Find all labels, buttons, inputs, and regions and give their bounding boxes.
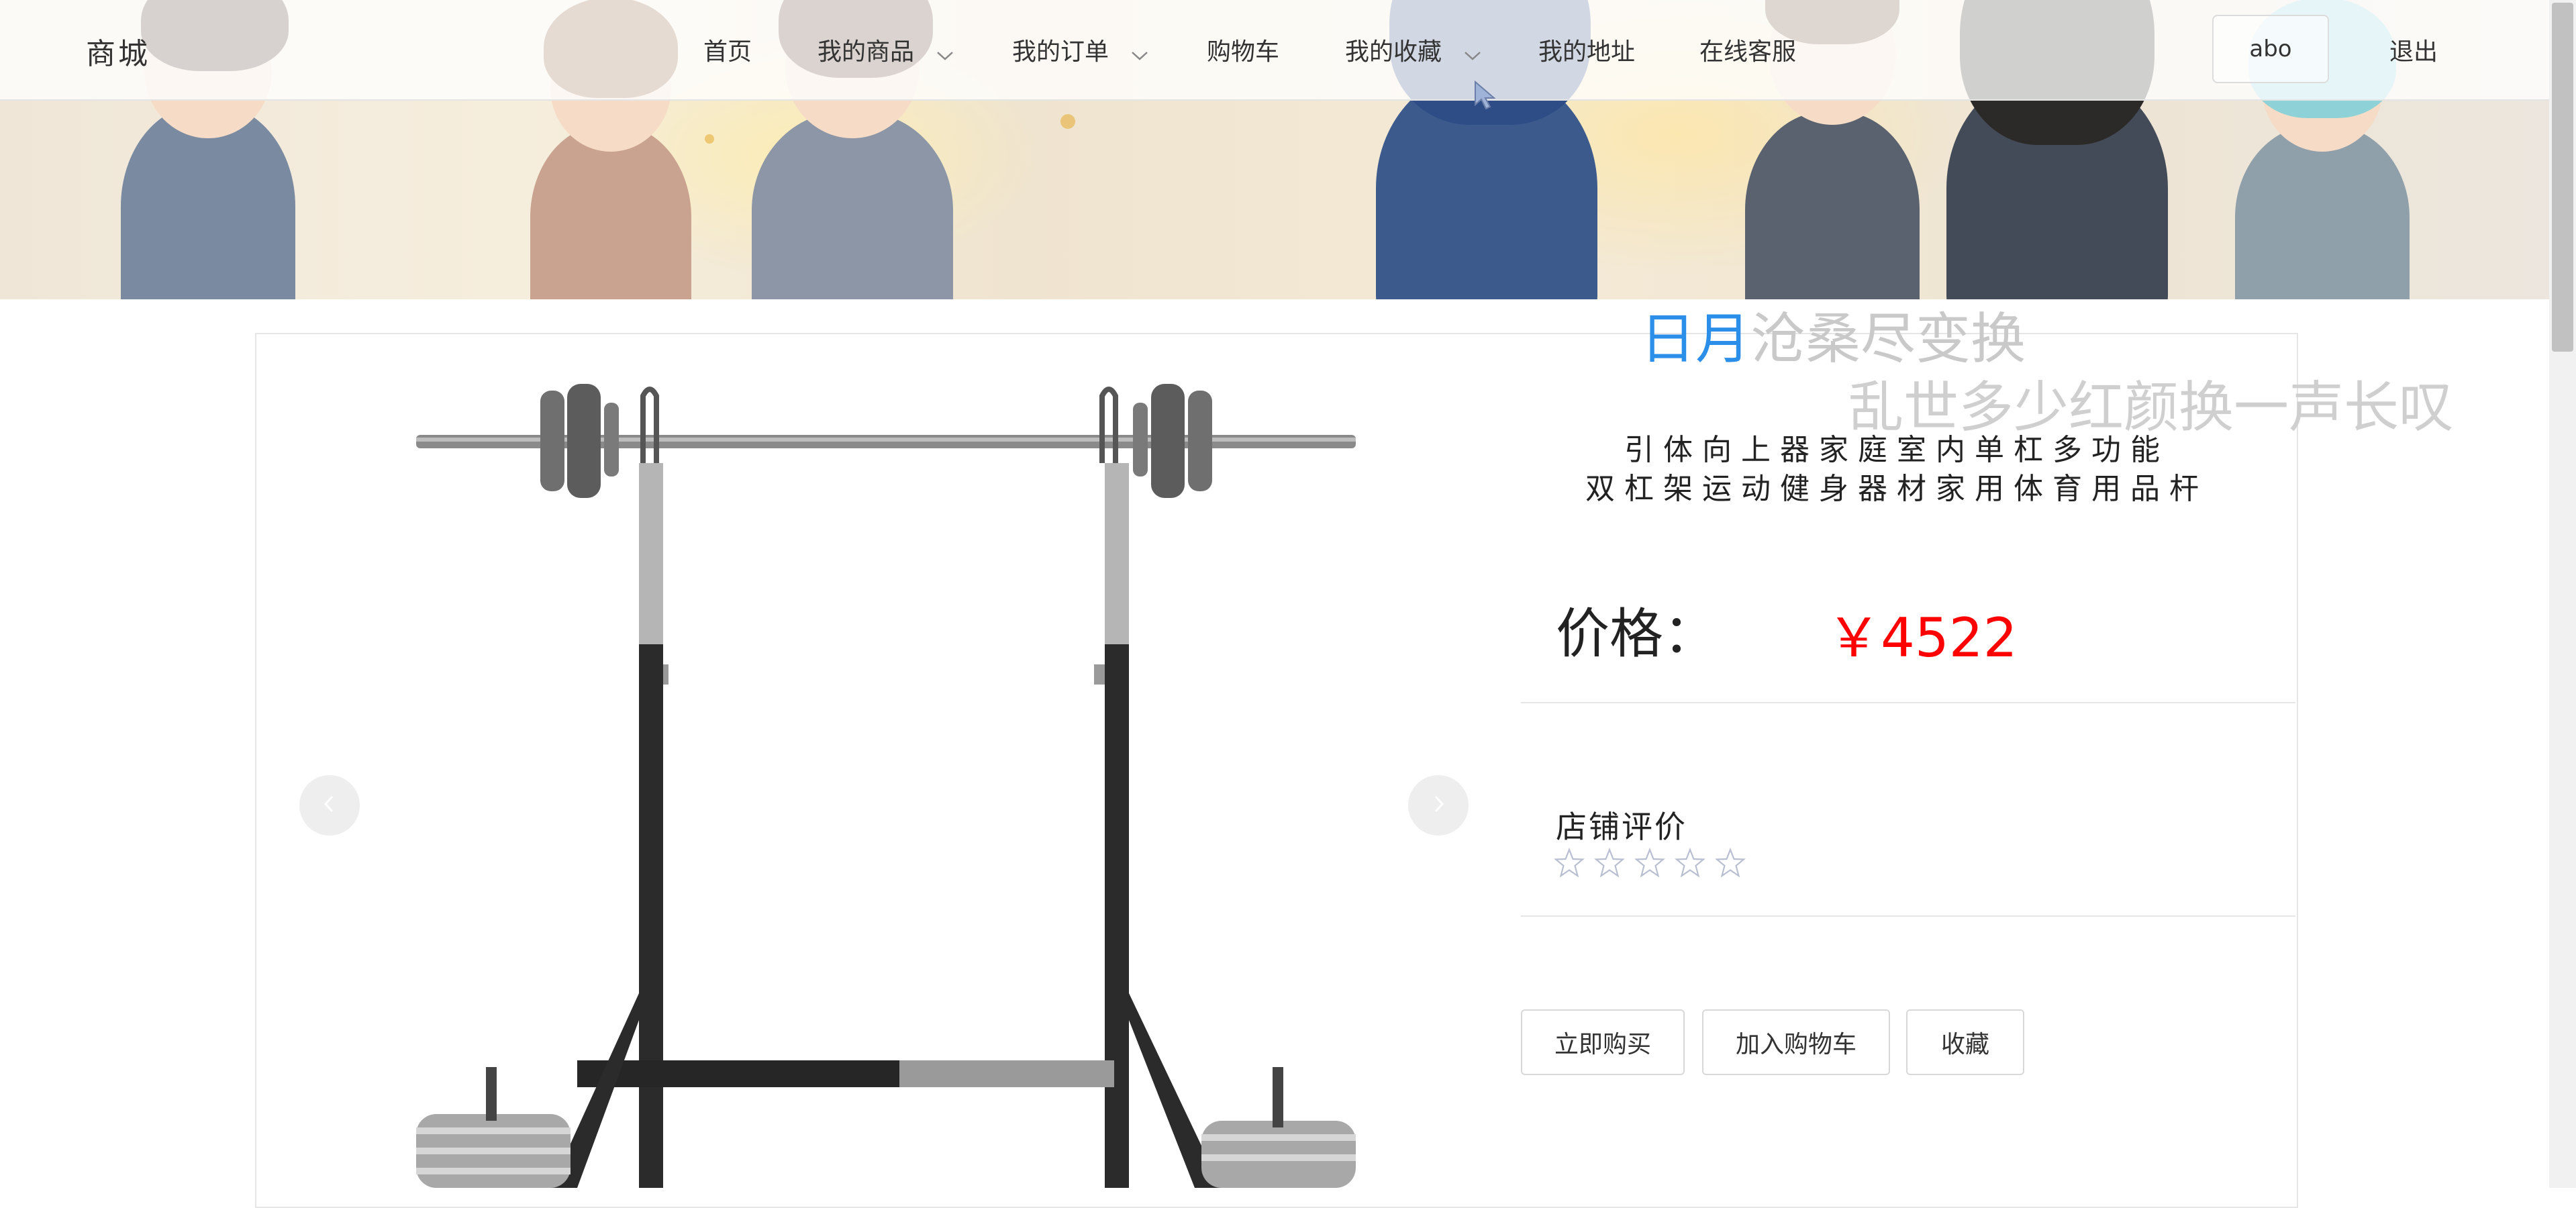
buy-now-button[interactable]: 立即购买 <box>1521 1009 1685 1075</box>
poem-rest: 沧桑尽变换 <box>1750 307 2026 371</box>
product-title: 引体向上器家庭室内单杠多功能 双杠架运动健身器材家用体育用品杆 <box>1554 431 2239 509</box>
chevron-down-icon <box>1464 40 1481 67</box>
nav-item-label: 我的收藏 <box>1345 38 1442 66</box>
product-image <box>376 376 1383 1191</box>
store-reviews-label: 店铺评价 <box>1556 809 1687 845</box>
star-icon[interactable] <box>1714 847 1746 879</box>
add-to-cart-button[interactable]: 加入购物车 <box>1702 1009 1890 1075</box>
product-title-line: 引体向上器家庭室内单杠多功能 <box>1624 433 2169 467</box>
nav-item-my-orders[interactable]: 我的订单 <box>1012 32 1148 67</box>
brand-logo[interactable]: 商城 <box>86 30 150 72</box>
header-banner: 商城 首页 我的商品 我的订单 购物车 我的收藏 我的地址 在线客服 abo 退… <box>0 0 2549 299</box>
illustration-figure <box>530 0 691 299</box>
illustration-figure <box>752 0 953 299</box>
poem-highlight: 日月 <box>1640 307 1751 371</box>
carousel-next-button[interactable] <box>1408 775 1469 836</box>
scrollbar-thumb[interactable] <box>2552 3 2573 352</box>
nav-item-label: 在线客服 <box>1699 38 1797 66</box>
section-divider <box>1521 915 2295 917</box>
nav-item-label: 我的订单 <box>1012 38 1109 66</box>
product-title-line: 双杠架运动健身器材家用体育用品杆 <box>1585 472 2208 506</box>
nav-item-online-service[interactable]: 在线客服 <box>1699 32 1796 67</box>
page-scrollbar[interactable] <box>2549 0 2576 1188</box>
illustration-figure <box>1745 0 1920 299</box>
nav-item-home[interactable]: 首页 <box>703 32 752 67</box>
nav-item-my-favorites[interactable]: 我的收藏 <box>1345 32 1481 67</box>
nav-item-cart[interactable]: 购物车 <box>1207 32 1279 67</box>
price-label: 价格： <box>1556 603 1717 665</box>
illustration-figure <box>2235 0 2410 299</box>
price-value: ￥4522 <box>1827 607 2018 669</box>
illustration-figure <box>1946 0 2168 299</box>
nav-item-label: 购物车 <box>1207 38 1280 66</box>
carousel-prev-button[interactable] <box>299 775 360 836</box>
favorite-button[interactable]: 收藏 <box>1906 1009 2024 1075</box>
rating-stars[interactable] <box>1553 847 1746 879</box>
nav-item-label: 首页 <box>703 38 752 66</box>
section-divider <box>1521 702 2295 703</box>
nav-item-my-products[interactable]: 我的商品 <box>818 32 954 67</box>
user-menu-button[interactable]: abo <box>2212 15 2329 83</box>
chevron-down-icon <box>1131 40 1148 67</box>
star-icon[interactable] <box>1593 847 1626 879</box>
nav-item-my-address[interactable]: 我的地址 <box>1538 32 1635 67</box>
star-icon[interactable] <box>1634 847 1666 879</box>
top-navbar: 商城 首页 我的商品 我的订单 购物车 我的收藏 我的地址 在线客服 abo 退… <box>0 0 2549 101</box>
chevron-right-icon <box>1430 794 1446 817</box>
logout-link[interactable]: 退出 <box>2389 32 2438 67</box>
star-icon[interactable] <box>1674 847 1706 879</box>
illustration-figure <box>121 0 295 299</box>
mouse-cursor-icon <box>1474 80 1498 113</box>
nav-item-label: 我的商品 <box>818 38 915 66</box>
nav-item-label: 我的地址 <box>1538 38 1636 66</box>
chevron-down-icon <box>936 40 954 67</box>
star-icon[interactable] <box>1553 847 1585 879</box>
chevron-left-icon <box>321 794 338 817</box>
